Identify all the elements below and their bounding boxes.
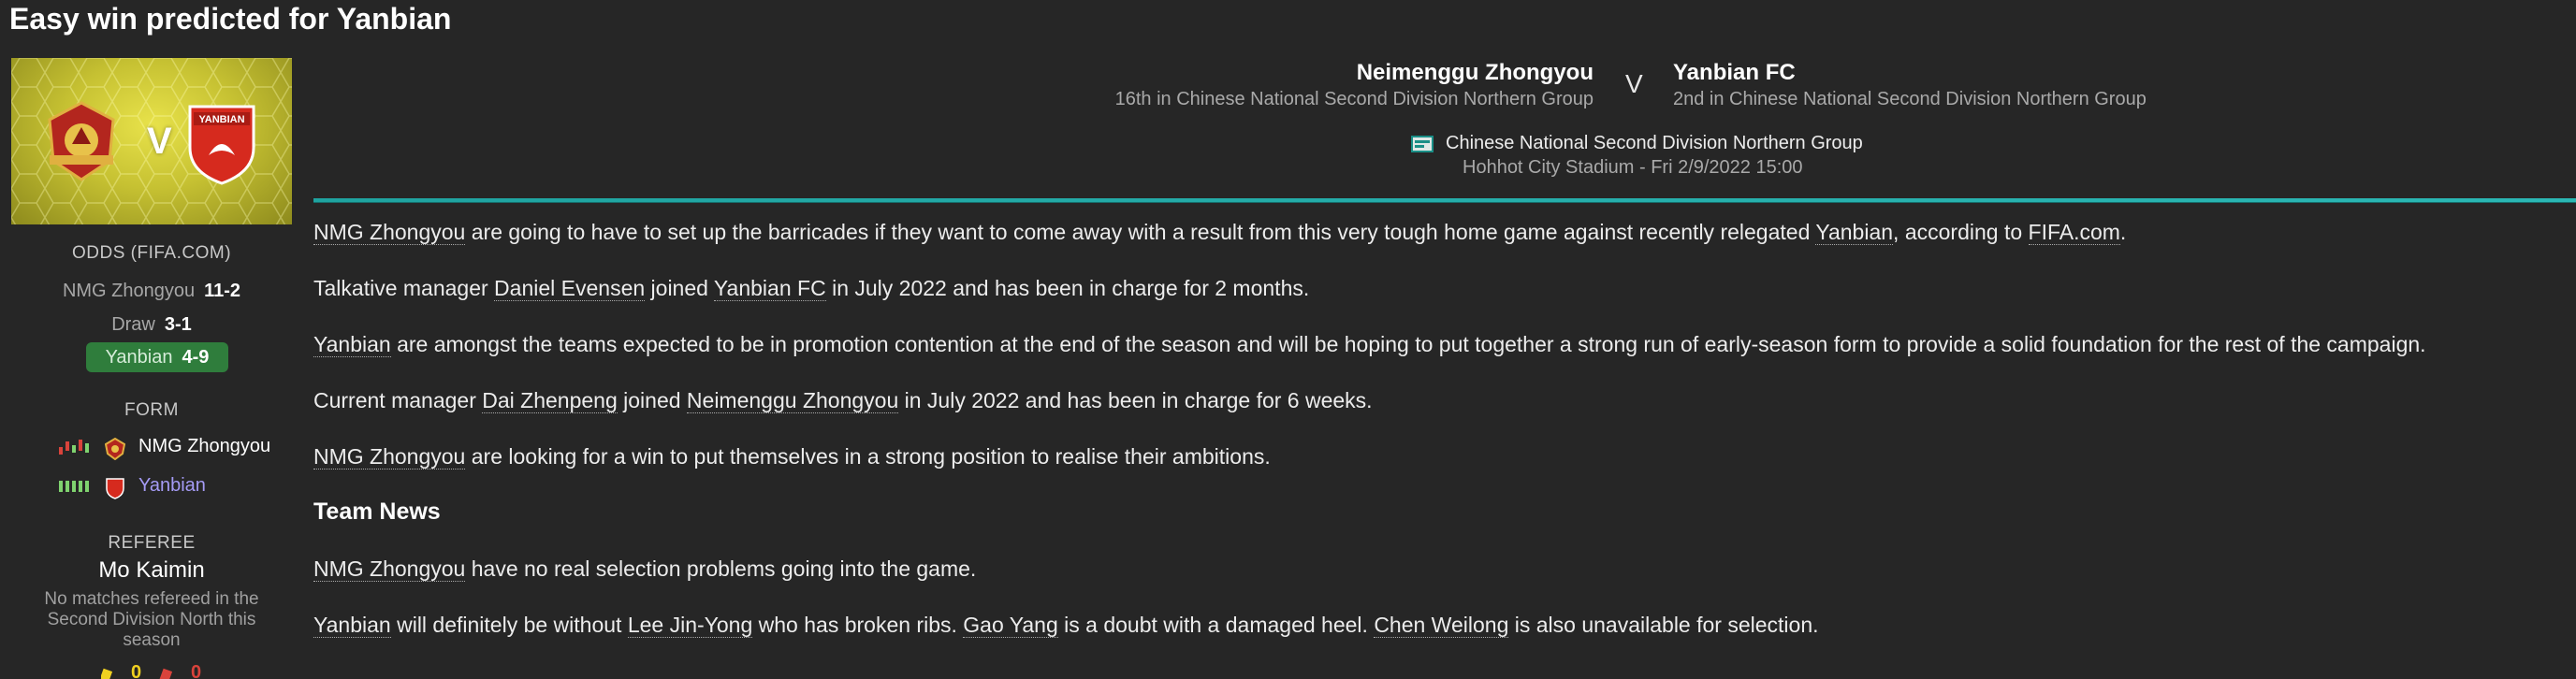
manager-link[interactable]: Daniel Evensen: [494, 276, 646, 301]
competition-flag-icon: [1411, 136, 1434, 152]
player-link[interactable]: Gao Yang: [963, 613, 1058, 638]
form-team-name[interactable]: NMG Zhongyou: [138, 436, 270, 457]
odds-heading: ODDS (FIFA.COM): [71, 243, 232, 263]
article-paragraph-2: Talkative manager Daniel Evensen joined …: [313, 276, 1309, 301]
home-team-name[interactable]: Neimenggu Zhongyou: [1357, 60, 1594, 86]
text: joined: [645, 276, 714, 300]
text: who has broken ribs.: [752, 613, 964, 637]
team-link[interactable]: Yanbian: [1815, 220, 1894, 245]
referee-note-line: No matches refereed in the: [44, 589, 259, 609]
article-paragraph-4: Current manager Dai Zhenpeng joined Neim…: [313, 388, 1373, 413]
header-divider: [313, 198, 2576, 203]
red-card-count: 0: [191, 662, 202, 679]
odds-row-favourite: Yanbian 4-9: [86, 342, 228, 372]
text: in July 2022 and has been in charge for …: [898, 388, 1373, 412]
versus-label: V: [1625, 69, 1643, 98]
match-banner: YANBIAN V: [11, 58, 292, 224]
referee-note-line: Second Division North this: [47, 610, 256, 629]
red-card-icon: [158, 668, 173, 679]
text: in July 2022 and has been in charge for …: [825, 276, 1310, 300]
banner-vs-label: V: [147, 121, 172, 162]
referee-name[interactable]: Mo Kaimin: [11, 557, 292, 584]
away-team-position: 2nd in Chinese National Second Division …: [1673, 89, 2147, 109]
team-link[interactable]: Yanbian: [313, 332, 391, 357]
text: will definitely be without: [390, 613, 628, 637]
article-paragraph-5: NMG Zhongyou are looking for a win to pu…: [313, 444, 1271, 470]
away-badge-icon: [106, 478, 124, 499]
referee-note-line: season: [123, 630, 181, 650]
odds-team: Yanbian: [105, 347, 173, 368]
page-title: Easy win predicted for Yanbian: [9, 2, 452, 36]
source-link[interactable]: FIFA.com: [2028, 220, 2120, 245]
team-link[interactable]: Yanbian: [313, 613, 391, 638]
odds-team: NMG Zhongyou: [62, 281, 196, 301]
text: are amongst the teams expected to be in …: [390, 332, 2426, 356]
yellow-card-icon: [101, 668, 113, 679]
text: are going to have to set up the barricad…: [465, 220, 1816, 244]
competition-name[interactable]: Chinese National Second Division Norther…: [1446, 133, 1863, 154]
text: Current manager: [313, 388, 483, 412]
team-link[interactable]: NMG Zhongyou: [313, 556, 466, 582]
team-news-heading: Team News: [313, 498, 441, 525]
team-link[interactable]: NMG Zhongyou: [313, 220, 466, 245]
odds-value: 4-9: [182, 347, 210, 368]
referee-cards: 0 0: [101, 662, 213, 679]
home-badge-icon: [105, 438, 125, 460]
article-paragraph-1: NMG Zhongyou are going to have to set up…: [313, 220, 2126, 245]
svg-text:YANBIAN: YANBIAN: [198, 114, 244, 125]
text: joined: [617, 388, 687, 412]
article-paragraph-3: Yanbian are amongst the teams expected t…: [313, 332, 2426, 357]
form-chart-icon: [59, 481, 89, 492]
player-link[interactable]: Chen Weilong: [1374, 613, 1509, 638]
form-chart-icon: [59, 440, 89, 455]
venue-datetime: Hohhot City Stadium - Fri 2/9/2022 15:00: [1463, 157, 1803, 178]
team-link[interactable]: Yanbian FC: [713, 276, 826, 301]
text: .: [2119, 220, 2127, 244]
manager-link[interactable]: Dai Zhenpeng: [482, 388, 618, 413]
form-heading: FORM: [124, 400, 179, 420]
referee-heading: REFEREE: [108, 533, 196, 553]
odds-row-draw: Draw 3-1: [11, 314, 292, 342]
odds-row-home: NMG Zhongyou 11-2: [11, 281, 292, 309]
text: is also unavailable for selection.: [1508, 613, 1819, 637]
referee-note: No matches refereed in the Second Divisi…: [11, 589, 292, 651]
odds-team: Draw: [111, 314, 155, 335]
away-team-name[interactable]: Yanbian FC: [1673, 60, 1796, 86]
team-link[interactable]: NMG Zhongyou: [313, 444, 466, 470]
odds-value: 11-2: [204, 281, 241, 301]
home-team-position: 16th in Chinese National Second Division…: [1114, 89, 1594, 109]
form-team-name[interactable]: Yanbian: [138, 475, 206, 497]
text: , according to: [1893, 220, 2029, 244]
text: Talkative manager: [313, 276, 495, 300]
article-paragraph-7: Yanbian will definitely be without Lee J…: [313, 613, 1819, 638]
match-header: Neimenggu Zhongyou 16th in Chinese Natio…: [313, 56, 2576, 112]
text: is a doubt with a damaged heel.: [1057, 613, 1375, 637]
odds-value: 3-1: [164, 314, 192, 335]
text: are looking for a win to put themselves …: [465, 444, 1271, 469]
team-link[interactable]: Neimenggu Zhongyou: [686, 388, 899, 413]
text: have no real selection problems going in…: [465, 556, 977, 581]
player-link[interactable]: Lee Jin-Yong: [627, 613, 753, 638]
article-paragraph-6: NMG Zhongyou have no real selection prob…: [313, 556, 976, 582]
yellow-card-count: 0: [131, 662, 142, 679]
